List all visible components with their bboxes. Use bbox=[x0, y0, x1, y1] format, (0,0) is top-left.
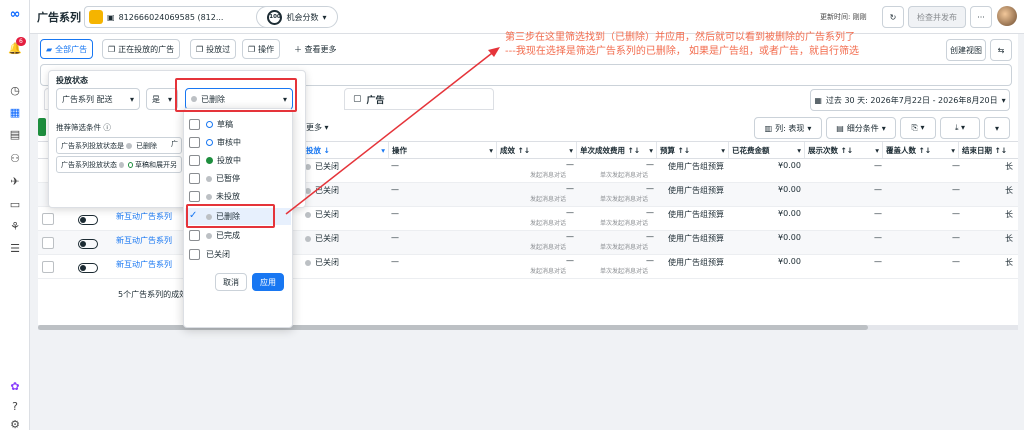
annotation-line-2: ---我现在选择是筛选广告系列的已删除， 如果是广告组，或者广告，就自行筛选 bbox=[505, 46, 860, 57]
annotation-arrow-line bbox=[285, 49, 497, 215]
annotation-text: 第三步在这里筛选找到（已删除）并应用，然后就可以看到被删除的广告系列了 ---我… bbox=[505, 31, 975, 59]
annotation-arrow bbox=[285, 47, 500, 215]
annotation-line-1: 第三步在这里筛选找到（已删除）并应用，然后就可以看到被删除的广告系列了 bbox=[505, 32, 855, 43]
